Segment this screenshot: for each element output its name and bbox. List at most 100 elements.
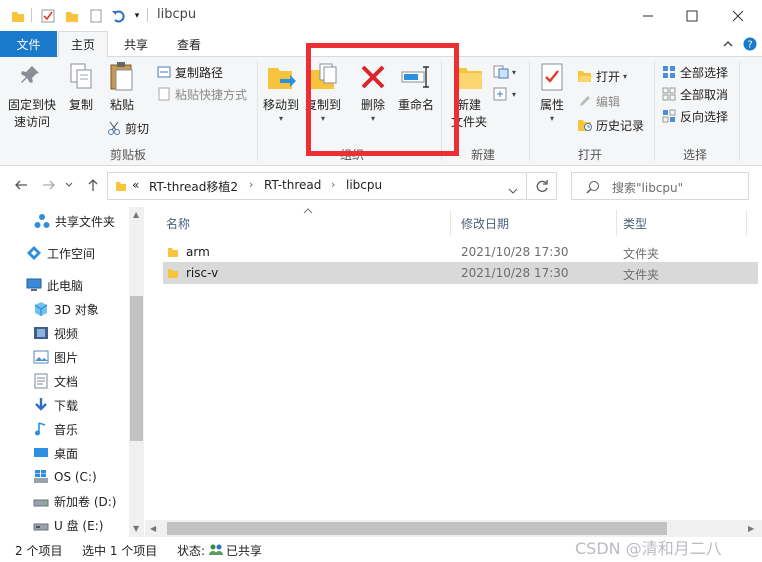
rename-label: 重命名: [397, 98, 434, 112]
invert-selection-button[interactable]: 反向选择: [661, 106, 728, 126]
tab-file[interactable]: 文件: [0, 31, 57, 57]
nav-item-shared-folders[interactable]: 共享文件夹: [34, 210, 115, 232]
history-button[interactable]: 历史记录: [577, 115, 644, 135]
column-header-name[interactable]: 名称: [166, 215, 190, 232]
chevron-right-icon[interactable]: ›: [331, 178, 335, 191]
tab-share[interactable]: 共享: [112, 31, 160, 57]
search-input[interactable]: 搜索"libcpu": [571, 172, 749, 200]
windows-drive-icon: [33, 469, 49, 485]
table-row[interactable]: risc-v 2021/10/28 17:30 文件夹: [163, 262, 758, 284]
paste-shortcut-button[interactable]: 粘贴快捷方式: [156, 84, 247, 104]
move-to-button[interactable]: 移动到 ▾: [262, 61, 300, 123]
easy-access-button[interactable]: ▾: [493, 84, 516, 104]
undo-icon[interactable]: [110, 8, 126, 24]
properties-button[interactable]: 属性 ▾: [534, 61, 570, 123]
nav-item-music[interactable]: 音乐: [33, 418, 78, 440]
back-button[interactable]: [12, 177, 30, 193]
nav-label: 工作空间: [47, 246, 96, 261]
table-row[interactable]: arm 2021/10/28 17:30 文件夹: [163, 241, 758, 263]
select-none-button[interactable]: 全部取消: [661, 84, 728, 104]
file-list: 名称 修改日期 类型 arm 2021/10/28 17:30 文件夹 risc…: [145, 204, 762, 538]
scroll-down-icon[interactable]: ▼: [133, 524, 139, 533]
breadcrumb-overflow[interactable]: «: [132, 178, 139, 192]
divider[interactable]: [450, 210, 451, 236]
copy-path-icon: [156, 64, 172, 80]
breadcrumb-item[interactable]: RT-thread移植2: [149, 178, 238, 195]
address-bar[interactable]: « RT-thread移植2 › RT-thread › libcpu: [107, 172, 527, 200]
tab-view[interactable]: 查看: [164, 31, 214, 57]
collapse-ribbon-icon[interactable]: [722, 38, 734, 50]
nav-item-pictures[interactable]: 图片: [33, 346, 78, 368]
nav-label: 桌面: [54, 446, 79, 461]
nav-label: 音乐: [54, 422, 79, 437]
maximize-button[interactable]: [669, 0, 715, 31]
move-to-label: 移动到: [262, 98, 299, 112]
nav-scrollbar-thumb[interactable]: [130, 296, 143, 441]
copy-icon: [65, 61, 97, 93]
search-icon: [586, 180, 600, 197]
delete-button[interactable]: 删除 ▾: [356, 61, 390, 123]
customize-quick-access-icon[interactable]: ▾: [129, 8, 145, 24]
nav-item-drive-e[interactable]: U 盘 (E:): [33, 514, 103, 536]
chevron-down-icon[interactable]: [508, 183, 518, 197]
divider[interactable]: [746, 210, 747, 236]
copy-to-button[interactable]: 复制到 ▾: [304, 61, 342, 123]
tab-home[interactable]: 主页: [58, 31, 108, 58]
divider[interactable]: [616, 210, 617, 236]
nav-item-desktop[interactable]: 桌面: [33, 442, 78, 464]
open-folder-icon: [577, 68, 593, 84]
column-header-type[interactable]: 类型: [623, 215, 647, 232]
rename-icon[interactable]: [88, 8, 104, 24]
properties-icon[interactable]: [40, 8, 56, 24]
nav-item-downloads[interactable]: 下载: [33, 394, 78, 416]
nav-item-workspace[interactable]: 工作空间: [26, 242, 95, 264]
divider: [31, 8, 32, 22]
nav-item-3d-objects[interactable]: 3D 对象: [33, 298, 99, 320]
nav-item-drive-d[interactable]: 新加卷 (D:): [33, 490, 116, 512]
breadcrumb-item[interactable]: RT-thread: [264, 178, 321, 192]
copy-path-button[interactable]: 复制路径: [156, 62, 223, 82]
copy-button[interactable]: 复制: [64, 61, 98, 114]
edit-button[interactable]: 编辑: [577, 91, 620, 111]
nav-label: 下载: [54, 398, 79, 413]
nav-item-documents[interactable]: 文档: [33, 370, 78, 392]
cut-label: 剪切: [125, 121, 150, 136]
refresh-icon: [536, 180, 548, 192]
rename-button[interactable]: 重命名: [396, 61, 436, 114]
select-all-button[interactable]: 全部选择: [661, 62, 728, 82]
chevron-down-icon: ▾: [278, 114, 283, 123]
column-header-modified[interactable]: 修改日期: [461, 215, 509, 232]
recent-locations-button[interactable]: [63, 177, 75, 193]
open-button[interactable]: 打开 ▾: [577, 66, 627, 86]
new-folder-icon[interactable]: [64, 8, 80, 24]
close-button[interactable]: [715, 0, 761, 31]
chevron-right-icon[interactable]: ›: [249, 178, 253, 191]
nav-item-drive-c[interactable]: OS (C:): [33, 466, 97, 488]
nav-label: OS (C:): [54, 470, 97, 484]
breadcrumb-item[interactable]: libcpu: [346, 178, 382, 192]
ribbon: 固定到快 速访问 复制 粘贴 复制路径 粘贴快捷方式 剪切 剪贴板 移动到 ▾ …: [0, 57, 762, 166]
pin-to-quick-access-button[interactable]: 固定到快 速访问: [6, 61, 58, 131]
up-button[interactable]: [84, 177, 102, 193]
picture-icon: [33, 349, 49, 365]
selection-count: 选中 1 个项目: [82, 544, 158, 558]
nav-label: 文档: [54, 374, 79, 389]
help-icon[interactable]: ?: [743, 37, 757, 51]
sort-ascending-icon: [303, 203, 313, 217]
scroll-up-icon[interactable]: ▲: [133, 210, 139, 219]
horizontal-scrollbar-thumb[interactable]: [167, 522, 667, 535]
refresh-button[interactable]: [527, 172, 557, 200]
paste-button[interactable]: 粘贴: [104, 61, 140, 114]
scroll-right-icon[interactable]: ▶: [748, 524, 754, 533]
ribbon-tabs: 文件 主页 共享 查看 ?: [0, 31, 762, 58]
nav-item-videos[interactable]: 视频: [33, 322, 78, 344]
cut-button[interactable]: 剪切: [106, 118, 149, 138]
forward-button[interactable]: [40, 177, 58, 193]
minimize-button[interactable]: [625, 0, 671, 31]
scroll-left-icon[interactable]: ◀: [150, 524, 156, 533]
new-item-button[interactable]: ▾: [493, 62, 516, 82]
new-folder-button[interactable]: 新建 文件夹: [447, 61, 491, 131]
nav-item-this-pc[interactable]: 此电脑: [26, 274, 83, 296]
folder-icon: [167, 246, 179, 261]
pin-icon: [16, 61, 48, 93]
